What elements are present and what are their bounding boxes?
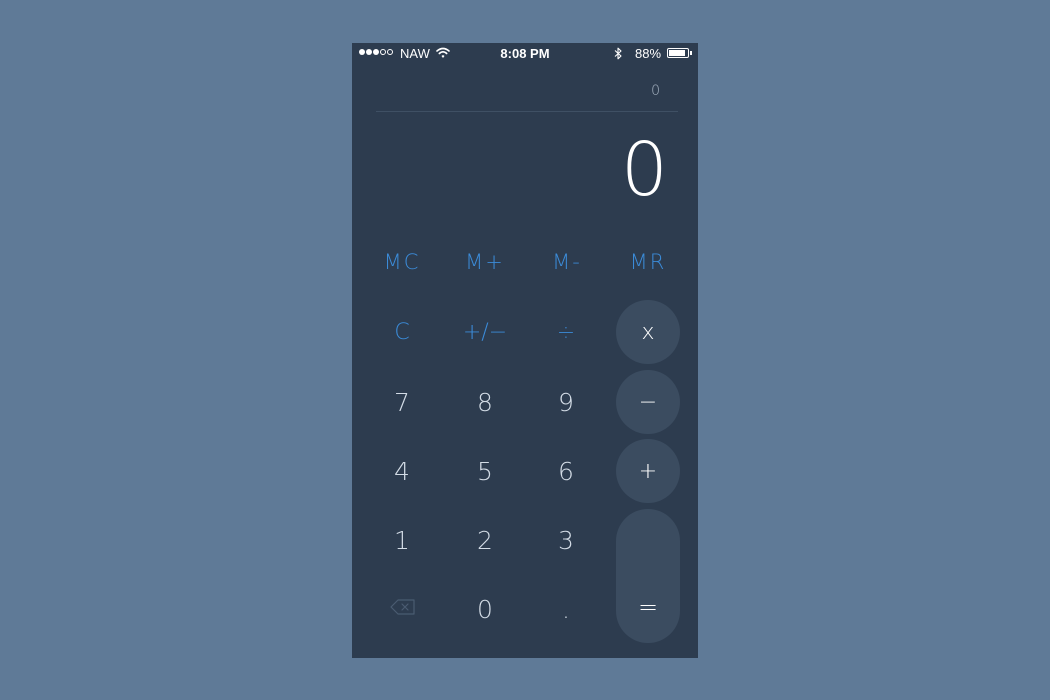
memory-clear-button[interactable]: MC	[370, 230, 434, 294]
bluetooth-icon	[614, 47, 622, 60]
memory-recall-button[interactable]: MR	[616, 230, 680, 294]
battery-percent: 88%	[635, 46, 662, 61]
digit-8-button[interactable]: 8	[453, 370, 517, 434]
equals-button[interactable]: =	[616, 509, 680, 643]
battery-icon	[667, 48, 689, 58]
calculator-app: NAW 8:08 PM 88% 0 0 MC M+ M- MR C +/− ÷ …	[352, 43, 698, 658]
memory-add-button[interactable]: M+	[453, 230, 517, 294]
history-readout: 0	[651, 83, 660, 99]
memory-subtract-button[interactable]: M-	[535, 230, 599, 294]
battery-tip	[690, 51, 692, 55]
main-display: 0	[620, 127, 668, 213]
digit-9-button[interactable]: 9	[534, 370, 598, 434]
subtract-button[interactable]: −	[616, 370, 680, 434]
display-divider	[376, 111, 678, 112]
digit-2-button[interactable]: 2	[453, 508, 517, 572]
digit-7-button[interactable]: 7	[370, 370, 434, 434]
digit-5-button[interactable]: 5	[453, 439, 517, 503]
backspace-button[interactable]	[382, 592, 422, 622]
divide-button[interactable]: ÷	[534, 300, 598, 364]
digit-3-button[interactable]: 3	[534, 508, 598, 572]
digit-0-button[interactable]: 0	[453, 577, 517, 641]
add-button[interactable]: +	[616, 439, 680, 503]
digit-4-button[interactable]: 4	[370, 439, 434, 503]
status-bar: NAW 8:08 PM 88%	[352, 43, 698, 65]
clear-button[interactable]: C	[370, 300, 434, 364]
plus-minus-button[interactable]: +/−	[453, 300, 517, 364]
decimal-point-button[interactable]: .	[534, 577, 598, 641]
backspace-icon	[390, 599, 415, 615]
multiply-button[interactable]: x	[616, 300, 680, 364]
digit-6-button[interactable]: 6	[534, 439, 598, 503]
digit-1-button[interactable]: 1	[370, 508, 434, 572]
battery-level-fill	[669, 50, 685, 56]
